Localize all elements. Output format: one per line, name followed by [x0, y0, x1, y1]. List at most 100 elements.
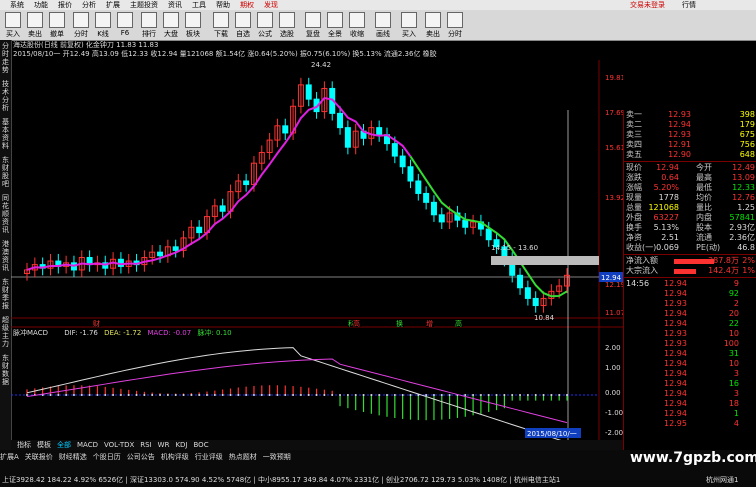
macd-dif: DIF: -1.76	[64, 329, 98, 337]
order-row[interactable]: 卖五 12.90 648	[624, 150, 756, 160]
indicator-tab-1[interactable]: 模板	[37, 441, 51, 449]
candle-body	[430, 201, 437, 216]
left-tab-0[interactable]: 分时走势	[0, 42, 11, 74]
order-row[interactable]: 卖二 12.94 179	[624, 120, 756, 130]
sub-tab-8[interactable]: 一致预期	[263, 453, 291, 461]
indicator-tab-0[interactable]: 指标	[17, 441, 31, 449]
toolbar-button-0[interactable]: 买入	[2, 12, 24, 38]
toolbar-button-17[interactable]: 买入	[398, 12, 420, 38]
indicator-tab-3[interactable]: MACD	[77, 441, 98, 449]
menu-item-3[interactable]: 分析	[82, 0, 96, 10]
pulse-dot	[127, 394, 130, 396]
sub-tab-4[interactable]: 公司公告	[127, 453, 155, 461]
toolbar-button-18[interactable]: 卖出	[422, 12, 444, 38]
menu-item-1[interactable]: 功能	[34, 0, 48, 10]
sub-tab-1[interactable]: 关联报价	[25, 453, 53, 461]
toolbar-label: 自选	[236, 30, 250, 38]
menu-item-2[interactable]: 报价	[58, 0, 72, 10]
indicator-tab-5[interactable]: RSI	[140, 441, 151, 449]
order-label: 卖三	[626, 130, 642, 139]
pulse-dot	[245, 394, 248, 396]
left-tab-6[interactable]: 东财季报	[0, 278, 11, 310]
bottom-area: 扩展A 关联报价 财经精选 个股日历 公司公告 机构评级 行业评级 热点题材 一致预期 www.…	[0, 450, 756, 487]
quote-row: 现量 1778 均价 12.76	[624, 193, 756, 203]
toolbar-icon	[73, 12, 89, 28]
login-status[interactable]: 交易未登录	[630, 0, 665, 10]
left-tab-3[interactable]: 东财股吧	[0, 156, 11, 188]
toolbar-label: 公式	[258, 30, 272, 38]
sub-tab-3[interactable]: 个股日历	[93, 453, 121, 461]
tick-row: 12.93 10	[624, 329, 756, 339]
toolbar-button-3[interactable]: 分时	[70, 12, 92, 38]
toolbar-button-1[interactable]: 卖出	[24, 12, 46, 38]
quote-label: 外盘	[626, 213, 642, 222]
sub-tab-5[interactable]: 机构评级	[161, 453, 189, 461]
toolbar-button-10[interactable]: 自选	[232, 12, 254, 38]
kline-chart-area[interactable]: 海达股份(日线 前复权) 化金钟刀 11.83 11.83 2015/08/10…	[11, 40, 623, 450]
sub-tab-0[interactable]: 扩展A	[0, 453, 19, 461]
toolbar-label: 买入	[402, 30, 416, 38]
quote-panel: 卖一 12.93 398 卖二 12.94 179 卖三 12.93 675 卖四 12.91 756…	[623, 110, 756, 450]
toolbar-button-2[interactable]: 撤单	[46, 12, 68, 38]
macd-legend: 脉冲MACD DIF: -1.76 DEA: -1.72 MACD: -0.07…	[13, 329, 232, 338]
menu-item-10[interactable]: 发现	[264, 0, 278, 10]
toolbar-button-4[interactable]: K线	[92, 12, 114, 38]
tick-volume: 10	[728, 359, 739, 368]
toolbar-button-8[interactable]: 板块	[182, 12, 204, 38]
indicator-tab-8[interactable]: BOC	[194, 441, 209, 449]
toolbar-button-5[interactable]: F6	[114, 12, 136, 38]
toolbar-label: 收缩	[350, 30, 364, 38]
menu-market[interactable]: 行情	[682, 0, 696, 10]
tick-price: 12.94	[664, 409, 687, 418]
order-row[interactable]: 卖一 12.93 398	[624, 110, 756, 120]
toolbar-button-19[interactable]: 分时	[444, 12, 466, 38]
quote-value: 0.069	[656, 243, 679, 252]
sub-tab-2[interactable]: 财经精选	[59, 453, 87, 461]
pulse-dot	[276, 394, 279, 396]
menu-item-8[interactable]: 帮助	[216, 0, 230, 10]
toolbar-button-16[interactable]: 画线	[372, 12, 394, 38]
menu-item-7[interactable]: 工具	[192, 0, 206, 10]
toolbar-button-9[interactable]: 下载	[210, 12, 232, 38]
menu-item-9[interactable]: 期权	[240, 0, 254, 10]
quote-value: 121068	[648, 203, 679, 212]
pulse-dot	[495, 394, 498, 396]
toolbar-button-11[interactable]: 公式	[254, 12, 276, 38]
menu-item-6[interactable]: 资讯	[168, 0, 182, 10]
quote-value: 12.94	[656, 163, 679, 172]
toolbar-button-13[interactable]: 复盘	[302, 12, 324, 38]
toolbar-button-12[interactable]: 选股	[276, 12, 298, 38]
menu-item-0[interactable]: 系统	[10, 0, 24, 10]
left-tab-5[interactable]: 港澳资讯	[0, 240, 11, 272]
toolbar-button-7[interactable]: 大盘	[160, 12, 182, 38]
left-tab-2[interactable]: 基本资料	[0, 118, 11, 150]
order-volume: 675	[739, 130, 755, 139]
candle-body	[517, 274, 524, 289]
quote-value: 1.25	[737, 203, 755, 212]
order-row[interactable]: 卖三 12.93 675	[624, 130, 756, 140]
pulse-dot	[378, 394, 381, 396]
indicator-tab-2[interactable]: 全部	[57, 441, 71, 449]
menu-item-5[interactable]: 主题投资	[130, 0, 158, 10]
indicator-tab-7[interactable]: KDJ	[175, 441, 187, 449]
quote-label: 换手	[626, 223, 642, 232]
menu-item-4[interactable]: 扩展	[106, 0, 120, 10]
toolbar-button-14[interactable]: 全景	[324, 12, 346, 38]
sub-tab-7[interactable]: 热点题材	[229, 453, 257, 461]
tick-volume: 22	[728, 319, 739, 328]
indicator-tab-6[interactable]: WR	[158, 441, 170, 449]
left-tab-8[interactable]: 东财数据	[0, 354, 11, 386]
left-tab-4[interactable]: 同花顺资讯	[0, 194, 11, 234]
pulse-dot	[511, 394, 514, 396]
indicator-tab-4[interactable]: VOL-TDX	[104, 441, 134, 449]
left-tab-1[interactable]: 技术分析	[0, 80, 11, 112]
tick-volume: 92	[728, 289, 739, 298]
pulse-dot	[542, 394, 545, 396]
tick-row: 12.94 31	[624, 349, 756, 359]
sub-tab-6[interactable]: 行业评级	[195, 453, 223, 461]
left-tab-7[interactable]: 超级主力	[0, 316, 11, 348]
order-row[interactable]: 卖四 12.91 756	[624, 140, 756, 150]
flow-row: 大宗流入 142.4万 1%	[624, 266, 756, 276]
toolbar-button-15[interactable]: 收缩	[346, 12, 368, 38]
toolbar-button-6[interactable]: 排行	[138, 12, 160, 38]
